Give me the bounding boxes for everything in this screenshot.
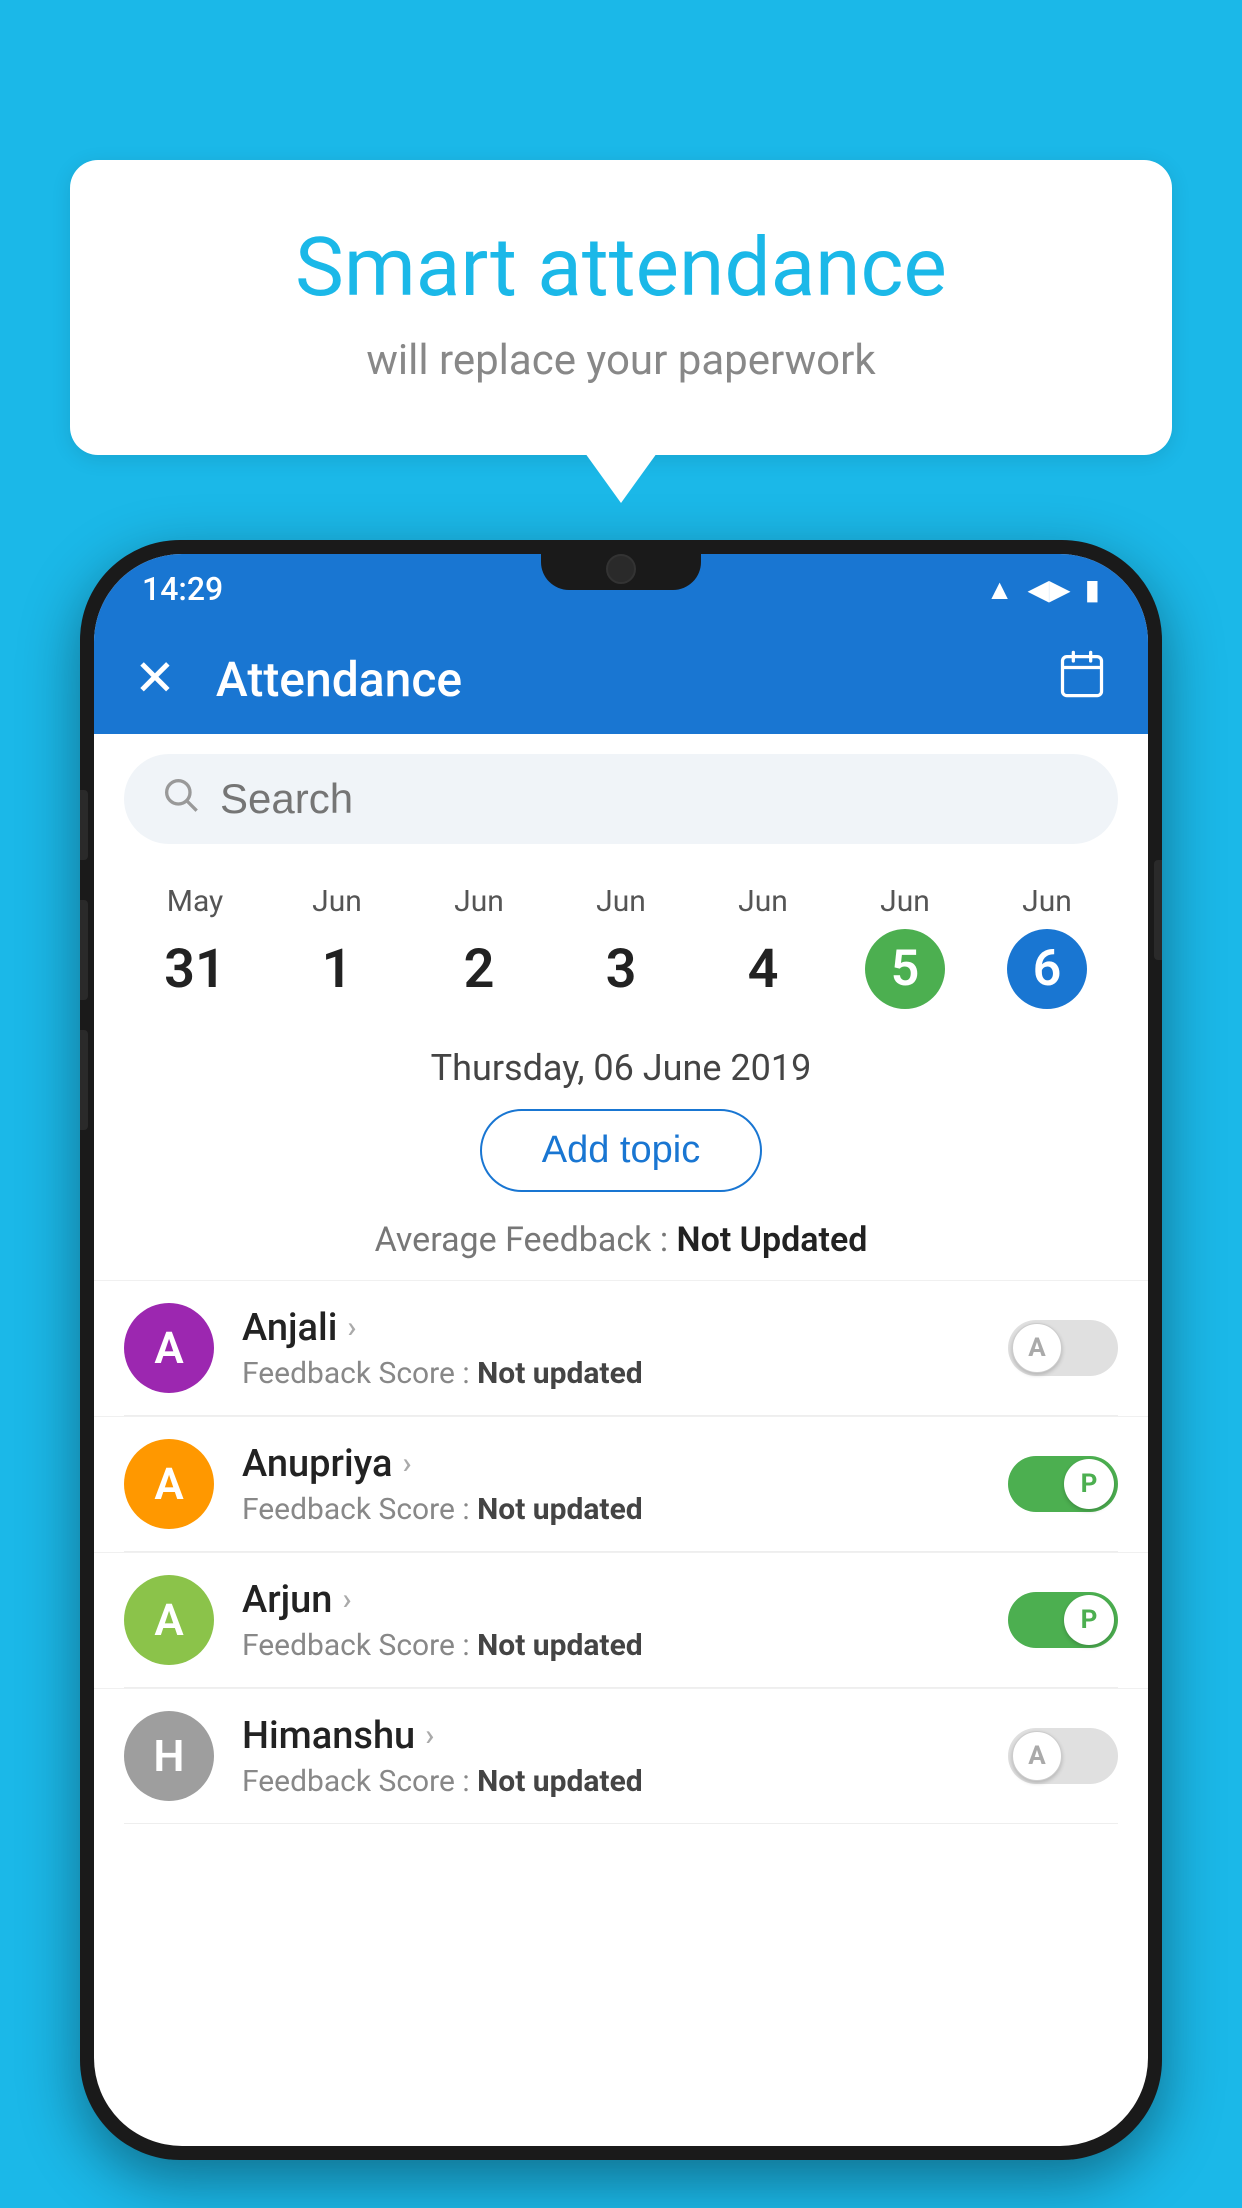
student-name: Arjun › xyxy=(242,1578,980,1622)
chevron-icon: › xyxy=(425,1718,434,1753)
search-icon xyxy=(160,774,200,825)
close-button[interactable]: ✕ xyxy=(134,654,176,704)
calendar-day[interactable]: Jun 3 xyxy=(550,884,692,1009)
cal-month-label: Jun xyxy=(408,884,550,919)
cal-date-number: 5 xyxy=(865,929,945,1009)
calendar-icon[interactable] xyxy=(1056,648,1108,711)
phone-frame: 14:29 ▲ ◀▶ ▮ ✕ Attendance xyxy=(80,540,1162,2160)
student-info: Anupriya › Feedback Score : Not updated xyxy=(242,1442,980,1527)
attendance-toggle[interactable]: P xyxy=(1008,1592,1118,1648)
search-input[interactable] xyxy=(220,775,1082,823)
status-icons: ▲ ◀▶ ▮ xyxy=(986,573,1100,606)
cal-date-number: 31 xyxy=(155,929,235,1009)
toggle-track: A xyxy=(1008,1728,1118,1784)
app-bar-title: Attendance xyxy=(216,651,1016,708)
cal-month-label: Jun xyxy=(976,884,1118,919)
selected-date-label: Thursday, 06 June 2019 xyxy=(94,1019,1148,1109)
student-item[interactable]: A Anupriya › Feedback Score : Not updated P xyxy=(94,1416,1148,1551)
volume-up-button xyxy=(80,900,88,1000)
calendar-day[interactable]: Jun 5 xyxy=(834,884,976,1009)
toggle-thumb: P xyxy=(1064,1459,1114,1509)
avatar: A xyxy=(124,1439,214,1529)
toggle-thumb: P xyxy=(1064,1595,1114,1645)
average-feedback: Average Feedback : Not Updated xyxy=(94,1220,1148,1260)
feedback-score: Feedback Score : Not updated xyxy=(242,1628,980,1663)
calendar-day[interactable]: Jun 6 xyxy=(976,884,1118,1009)
student-info: Arjun › Feedback Score : Not updated xyxy=(242,1578,980,1663)
avg-feedback-value: Not Updated xyxy=(677,1220,868,1260)
bubble-title: Smart attendance xyxy=(150,220,1092,316)
toggle-thumb: A xyxy=(1012,1731,1062,1781)
cal-month-label: Jun xyxy=(266,884,408,919)
feedback-score: Feedback Score : Not updated xyxy=(242,1492,980,1527)
cal-date-number: 1 xyxy=(297,929,377,1009)
attendance-toggle[interactable]: A xyxy=(1008,1728,1118,1784)
volume-down-button xyxy=(80,1030,88,1130)
student-info: Himanshu › Feedback Score : Not updated xyxy=(242,1714,980,1799)
mute-button xyxy=(80,790,88,860)
bubble-subtitle: will replace your paperwork xyxy=(150,336,1092,385)
phone-container: 14:29 ▲ ◀▶ ▮ ✕ Attendance xyxy=(80,540,1162,2208)
toggle-thumb: A xyxy=(1012,1323,1062,1373)
student-name: Himanshu › xyxy=(242,1714,980,1758)
app-bar: ✕ Attendance xyxy=(94,624,1148,734)
calendar-day[interactable]: Jun 4 xyxy=(692,884,834,1009)
calendar-day[interactable]: Jun 2 xyxy=(408,884,550,1009)
status-time: 14:29 xyxy=(142,570,223,608)
search-container[interactable] xyxy=(124,754,1118,844)
power-button xyxy=(1154,860,1162,960)
chevron-icon: › xyxy=(402,1446,411,1481)
calendar-day[interactable]: May 31 xyxy=(124,884,266,1009)
attendance-toggle[interactable]: A xyxy=(1008,1320,1118,1376)
student-item[interactable]: A Anjali › Feedback Score : Not updated A xyxy=(94,1280,1148,1415)
feedback-score: Feedback Score : Not updated xyxy=(242,1356,980,1391)
feedback-score: Feedback Score : Not updated xyxy=(242,1764,980,1799)
cal-date-number: 6 xyxy=(1007,929,1087,1009)
wifi-icon: ▲ xyxy=(986,573,1014,606)
camera xyxy=(606,554,636,584)
attendance-toggle[interactable]: P xyxy=(1008,1456,1118,1512)
student-item[interactable]: H Himanshu › Feedback Score : Not updated A xyxy=(94,1688,1148,1823)
phone-notch xyxy=(541,540,701,590)
student-name: Anupriya › xyxy=(242,1442,980,1486)
battery-icon: ▮ xyxy=(1085,573,1100,606)
cal-month-label: May xyxy=(124,884,266,919)
cal-date-number: 2 xyxy=(439,929,519,1009)
cal-month-label: Jun xyxy=(834,884,976,919)
calendar-strip: May 31 Jun 1 Jun 2 Jun 3 Jun 4 Jun 5 Jun 6 xyxy=(94,864,1148,1019)
cal-month-label: Jun xyxy=(550,884,692,919)
toggle-track: P xyxy=(1008,1456,1118,1512)
avatar: A xyxy=(124,1575,214,1665)
student-info: Anjali › Feedback Score : Not updated xyxy=(242,1306,980,1391)
chevron-icon: › xyxy=(347,1310,356,1345)
cal-month-label: Jun xyxy=(692,884,834,919)
student-list: AAnjali ›Feedback Score : Not updatedAAA… xyxy=(94,1280,1148,1824)
calendar-day[interactable]: Jun 1 xyxy=(266,884,408,1009)
student-name: Anjali › xyxy=(242,1306,980,1350)
toggle-track: P xyxy=(1008,1592,1118,1648)
cal-date-number: 4 xyxy=(723,929,803,1009)
signal-icon: ◀▶ xyxy=(1028,573,1071,606)
avg-feedback-label: Average Feedback : xyxy=(375,1220,677,1260)
add-topic-button[interactable]: Add topic xyxy=(480,1109,762,1192)
avatar: H xyxy=(124,1711,214,1801)
toggle-track: A xyxy=(1008,1320,1118,1376)
avatar: A xyxy=(124,1303,214,1393)
cal-date-number: 3 xyxy=(581,929,661,1009)
speech-bubble: Smart attendance will replace your paper… xyxy=(70,160,1172,455)
phone-screen: 14:29 ▲ ◀▶ ▮ ✕ Attendance xyxy=(94,554,1148,2146)
chevron-icon: › xyxy=(342,1582,351,1617)
student-item[interactable]: A Arjun › Feedback Score : Not updated P xyxy=(94,1552,1148,1687)
